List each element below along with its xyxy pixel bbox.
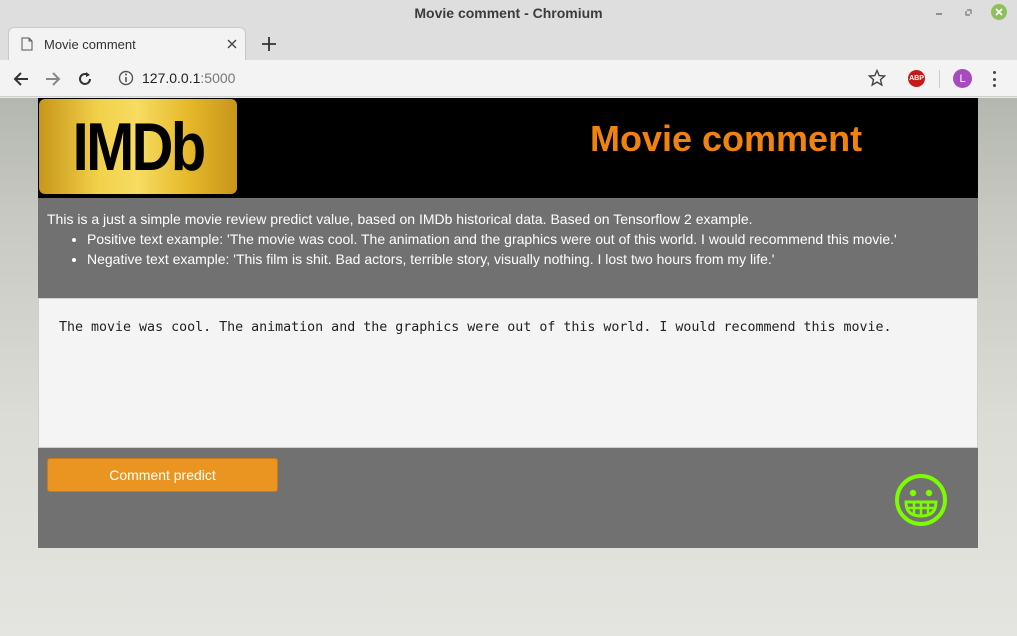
arrow-left-icon [13, 72, 28, 86]
minimize-button[interactable] [931, 4, 947, 20]
close-icon [995, 8, 1003, 16]
tab-label: Movie comment [44, 36, 136, 52]
actions-panel: Comment predict [38, 448, 978, 548]
reload-icon [79, 72, 91, 85]
browser-toolbar: 127.0.0.1:5000 ABP L [0, 60, 1017, 97]
address-bar[interactable]: 127.0.0.1:5000 [108, 64, 898, 92]
imdb-logo: IMDb [39, 99, 237, 194]
minimize-icon [936, 13, 942, 15]
plus-icon [262, 37, 276, 51]
tab-strip: Movie comment [0, 26, 1017, 60]
adblock-extension-icon[interactable]: ABP [908, 70, 925, 87]
page-viewport: IMDb Movie comment This is a just a simp… [0, 98, 1017, 636]
grinning-face-icon [895, 474, 947, 526]
close-tab-button[interactable] [227, 36, 237, 53]
examples-list: Positive text example: 'The movie was co… [87, 229, 969, 269]
close-icon [227, 39, 237, 49]
comment-textarea[interactable]: The movie was cool. The animation and th… [38, 298, 978, 448]
back-button[interactable] [10, 68, 32, 90]
page-header: IMDb Movie comment [38, 98, 978, 198]
url-port: :5000 [200, 70, 236, 86]
bookmark-star-icon[interactable] [868, 69, 886, 87]
comment-predict-button[interactable]: Comment predict [47, 458, 278, 492]
page-container: IMDb Movie comment This is a just a simp… [38, 98, 978, 548]
description-text: This is a just a simple movie review pre… [47, 211, 753, 227]
close-window-button[interactable] [991, 4, 1007, 20]
window-titlebar: Movie comment - Chromium [0, 0, 1017, 26]
page-icon [21, 37, 33, 51]
profile-avatar[interactable]: L [953, 69, 972, 88]
restore-icon [965, 9, 972, 16]
window-title: Movie comment - Chromium [414, 5, 603, 21]
browser-menu-icon[interactable] [990, 69, 998, 89]
logo-text: IMDb [72, 108, 206, 185]
page-title: Movie comment [590, 118, 863, 159]
url-host: 127.0.0.1 [142, 70, 201, 86]
negative-example: Negative text example: 'This film is shi… [87, 249, 969, 269]
reload-button[interactable] [74, 68, 96, 90]
info-icon [118, 70, 134, 86]
arrow-right-icon [46, 72, 61, 86]
maximize-button[interactable] [961, 4, 977, 20]
toolbar-divider [939, 70, 940, 88]
positive-example: Positive text example: 'The movie was co… [87, 229, 969, 249]
tab-movie-comment[interactable]: Movie comment [8, 27, 246, 60]
info-panel: This is a just a simple movie review pre… [38, 198, 978, 298]
new-tab-button[interactable] [258, 30, 280, 57]
forward-button[interactable] [42, 68, 64, 90]
